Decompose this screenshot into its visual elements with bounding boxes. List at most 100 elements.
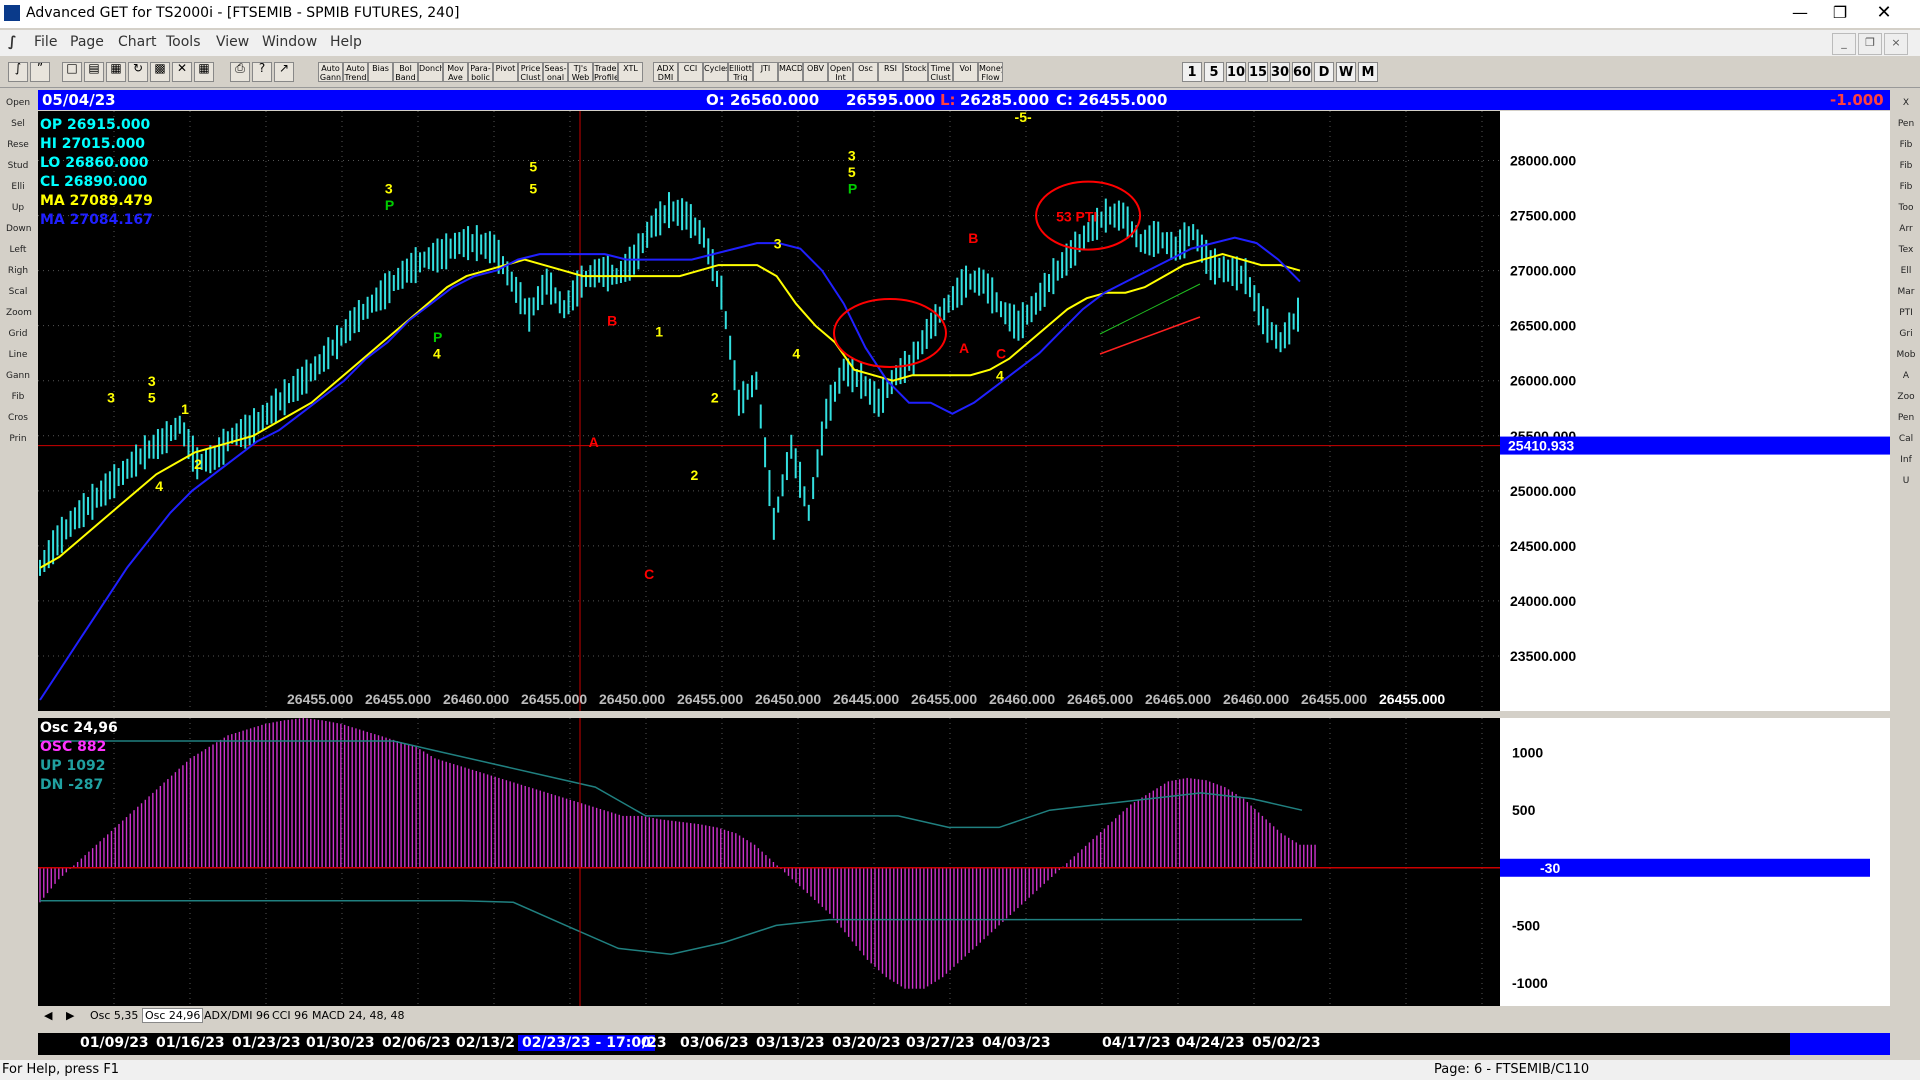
open-page-icon[interactable]: ▤ (84, 62, 104, 82)
study-button[interactable]: CCI (678, 62, 703, 82)
study-button[interactable]: Donch (418, 62, 443, 82)
study-button[interactable]: Mov Ave (443, 62, 468, 82)
study-button[interactable]: Vol (953, 62, 978, 82)
grid-icon[interactable]: ▦ (194, 62, 214, 82)
restore-button[interactable]: ❐ (1820, 0, 1860, 28)
help-icon[interactable]: ? (252, 62, 272, 82)
left-tool-icon[interactable]: Sel (6, 115, 30, 133)
timeframe-button[interactable]: 1 (1182, 62, 1202, 82)
save-page-icon[interactable]: ▦ (106, 62, 126, 82)
menu-page[interactable]: Page (70, 34, 104, 50)
left-tool-icon[interactable]: Up (6, 199, 30, 217)
study-button[interactable]: MACD (778, 62, 803, 82)
study-button[interactable]: JTI (753, 62, 778, 82)
tab-macd[interactable]: MACD 24, 48, 48 (312, 1009, 404, 1022)
right-tool-icon[interactable]: Pen (1896, 115, 1916, 133)
study-button[interactable]: Seas-onal (543, 62, 568, 82)
left-tool-icon[interactable]: Righ (6, 262, 30, 280)
study-button[interactable]: Cycles (703, 62, 728, 82)
menu-help[interactable]: Help (330, 34, 362, 50)
right-tool-icon[interactable]: Arr (1896, 220, 1916, 238)
new-page-icon[interactable]: □ (62, 62, 82, 82)
study-button[interactable]: Bol Band (393, 62, 418, 82)
left-tool-icon[interactable]: Gann (6, 367, 30, 385)
left-tool-icon[interactable]: Left (6, 241, 30, 259)
refresh-icon[interactable]: ↻ (128, 62, 148, 82)
date-axis-scroll[interactable] (1790, 1033, 1890, 1055)
menu-chart[interactable]: Chart (118, 34, 156, 50)
study-button[interactable]: Elliott Trig (728, 62, 753, 82)
copy-icon[interactable]: ▩ (150, 62, 170, 82)
print-icon[interactable]: ⎙ (230, 62, 250, 82)
left-tool-icon[interactable]: Prin (6, 430, 30, 448)
right-tool-icon[interactable]: PTI (1896, 304, 1916, 322)
study-button[interactable]: Open Int (828, 62, 853, 82)
mdi-close-button[interactable]: × (1884, 33, 1908, 55)
tab-next-icon[interactable]: ▶ (66, 1009, 74, 1022)
right-tool-icon[interactable]: Mar (1896, 283, 1916, 301)
timeframe-button[interactable]: W (1336, 62, 1356, 82)
tab-osc-24-96[interactable]: Osc 24,96 (142, 1008, 204, 1023)
left-tool-icon[interactable]: Elli (6, 178, 30, 196)
study-button[interactable]: Trade Profile (593, 62, 618, 82)
study-button[interactable]: Price Clust (518, 62, 543, 82)
quote-tool-icon[interactable]: ” (30, 62, 50, 82)
study-button[interactable]: Auto Trend (343, 62, 368, 82)
study-button[interactable]: Money Flow (978, 62, 1003, 82)
minimize-button[interactable]: — (1780, 0, 1820, 28)
study-button[interactable]: Bias (368, 62, 393, 82)
left-tool-icon[interactable]: Rese (6, 136, 30, 154)
menu-window[interactable]: Window (262, 34, 317, 50)
left-tool-icon[interactable]: Line (6, 346, 30, 364)
tab-osc-5-35[interactable]: Osc 5,35 (90, 1009, 138, 1022)
study-button[interactable]: XTL (618, 62, 643, 82)
timeframe-button[interactable]: D (1314, 62, 1334, 82)
menu-view[interactable]: View (216, 34, 249, 50)
right-tool-icon[interactable]: Fib (1896, 157, 1916, 175)
left-tool-icon[interactable]: Down (6, 220, 32, 238)
right-tool-icon[interactable]: Ell (1896, 262, 1916, 280)
price-chart-panel[interactable]: 28000.000 27500.000 27000.000 26500.000 2600… (38, 111, 1890, 711)
timeframe-button[interactable]: 10 (1226, 62, 1246, 82)
left-tool-icon[interactable]: Grid (6, 325, 30, 343)
right-tool-icon[interactable]: Inf (1896, 451, 1916, 469)
delete-icon[interactable]: ✕ (172, 62, 192, 82)
timeframe-button[interactable]: M (1358, 62, 1378, 82)
close-button[interactable]: ✕ (1864, 0, 1904, 28)
oscillator-chart[interactable]: 1000 500 -500 -1000 -30 (38, 718, 1890, 1006)
oscillator-panel[interactable]: 1000 500 -500 -1000 -30 Osc 24,96 OSC 882 UP… (38, 718, 1890, 1006)
tab-cci[interactable]: CCI 96 (272, 1009, 308, 1022)
tab-adx-dmi[interactable]: ADX/DMI 96 (204, 1009, 270, 1022)
right-tool-icon[interactable]: Fib (1896, 136, 1916, 154)
left-tool-icon[interactable]: Cros (6, 409, 30, 427)
right-tool-icon[interactable]: Cal (1896, 430, 1916, 448)
mdi-minimize-button[interactable]: _ (1832, 33, 1856, 55)
right-tool-icon[interactable]: Pen (1896, 409, 1916, 427)
left-tool-icon[interactable]: Scal (6, 283, 30, 301)
context-help-icon[interactable]: ↗ (274, 62, 294, 82)
price-chart[interactable]: 28000.000 27500.000 27000.000 26500.000 2600… (38, 111, 1890, 711)
study-button[interactable]: RSI (878, 62, 903, 82)
timeframe-button[interactable]: 5 (1204, 62, 1224, 82)
right-tool-icon[interactable]: Mob (1896, 346, 1916, 364)
study-button[interactable]: Auto Gann (318, 62, 343, 82)
right-tool-icon[interactable]: Tex (1896, 241, 1916, 259)
left-tool-icon[interactable]: Fib (6, 388, 30, 406)
left-tool-icon[interactable]: Open (6, 94, 30, 112)
study-button[interactable]: Osc (853, 62, 878, 82)
study-button[interactable]: Para-bolic (468, 62, 493, 82)
study-button[interactable]: ADX DMI (653, 62, 678, 82)
right-tool-icon[interactable]: Gri (1896, 325, 1916, 343)
right-tool-icon[interactable]: A (1896, 367, 1916, 385)
right-tool-icon[interactable]: U (1896, 472, 1916, 490)
tab-prev-icon[interactable]: ◀ (44, 1009, 52, 1022)
menu-file[interactable]: File (34, 34, 57, 50)
study-button[interactable]: Stock (903, 62, 928, 82)
study-button[interactable]: Time Clust (928, 62, 953, 82)
right-tool-icon[interactable]: X (1896, 94, 1916, 112)
left-tool-icon[interactable]: Stud (6, 157, 30, 175)
timeframe-button[interactable]: 30 (1270, 62, 1290, 82)
pointer-tool-icon[interactable]: ∫ (8, 62, 28, 82)
timeframe-button[interactable]: 60 (1292, 62, 1312, 82)
right-tool-icon[interactable]: Fib (1896, 178, 1916, 196)
